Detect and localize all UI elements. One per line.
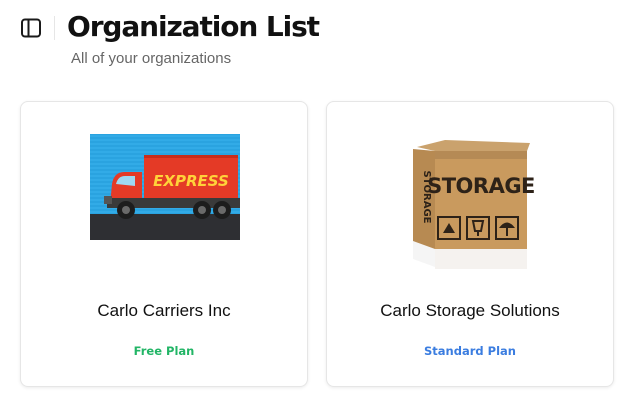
page-header: Organization List All of your organizati… [0,0,630,80]
express-label: EXPRESS [153,172,229,190]
page-subtitle: All of your organizations [71,50,232,67]
plan-badge: Standard Plan [424,344,516,358]
express-truck-image: EXPRESS [90,134,240,240]
sidebar-toggle-icon [21,18,41,38]
organization-name: Carlo Carriers Inc [97,301,231,320]
storage-side-label: STORAGE [421,170,432,223]
organization-card[interactable]: STORAGE STORAGE Carlo Storage Solutions … [326,101,614,387]
storage-label: STORAGE [427,174,535,198]
page-title: Organization List [67,10,320,43]
plan-badge: Free Plan [133,344,195,358]
organization-name: Carlo Storage Solutions [380,301,560,320]
storage-box-image: STORAGE STORAGE [395,137,545,272]
organization-card[interactable]: EXPRESS Carlo Carriers Inc Free Plan [20,101,308,387]
organization-list-page: Organization List All of your organizati… [0,0,630,418]
sidebar-toggle-button[interactable] [18,15,44,41]
header-divider [54,16,55,40]
